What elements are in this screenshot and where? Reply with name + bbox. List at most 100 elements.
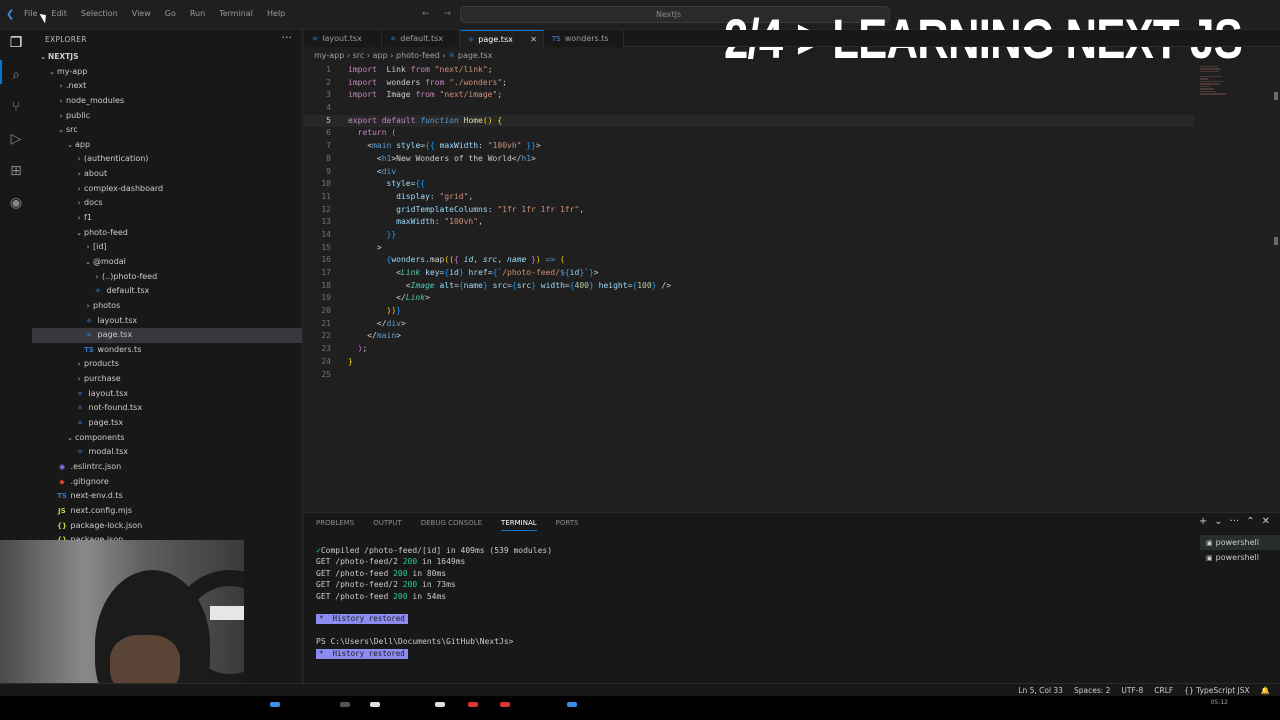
folder-item[interactable]: › [id]: [32, 240, 302, 255]
code-line[interactable]: 16 {wonders.map(({ id, src, name }) => (: [304, 254, 1194, 267]
file-item[interactable]: ◉ .eslintrc.json: [32, 460, 302, 475]
code-line[interactable]: 23 );: [304, 343, 1194, 356]
file-item[interactable]: {} package-lock.json: [32, 519, 302, 534]
folder-item[interactable]: › public: [32, 109, 302, 124]
file-item[interactable]: ⚛ page.tsx: [32, 328, 302, 343]
tab-default[interactable]: ⚛ default.tsx: [382, 30, 460, 47]
tab-terminal[interactable]: TERMINAL: [501, 519, 537, 531]
code-line[interactable]: 11 display: "grid",: [304, 191, 1194, 204]
code-line[interactable]: 6 return (: [304, 127, 1194, 140]
code-line[interactable]: 14 }}: [304, 229, 1194, 242]
file-item[interactable]: ⚛ modal.tsx: [32, 445, 302, 460]
code-line[interactable]: 12 gridTemplateColumns: "1fr 1fr 1fr 1fr…: [304, 204, 1194, 217]
code-line[interactable]: 4: [304, 102, 1194, 115]
breadcrumb-item[interactable]: my-app: [314, 51, 344, 60]
folder-item[interactable]: › (..)photo-feed: [32, 270, 302, 285]
run-debug-icon[interactable]: ▷: [7, 130, 25, 148]
code-line[interactable]: 5 export default function Home() {: [304, 114, 1194, 128]
terminal-item[interactable]: ▣ powershell: [1200, 535, 1280, 550]
folder-item[interactable]: ⌄ app: [32, 138, 302, 153]
close-panel-icon[interactable]: ✕: [1262, 516, 1270, 527]
breadcrumb-item[interactable]: photo-feed: [396, 51, 440, 60]
menu-go[interactable]: Go: [165, 9, 176, 18]
file-item[interactable]: ⚛ page.tsx: [32, 416, 302, 431]
remote-icon[interactable]: ◉: [7, 194, 25, 212]
more-actions-icon[interactable]: ···: [1230, 516, 1240, 527]
search-icon[interactable]: ⌕: [7, 66, 25, 84]
code-line[interactable]: 17 <Link key={id} href={`/photo-feed/${i…: [304, 267, 1194, 280]
menu-help[interactable]: Help: [267, 9, 285, 18]
nav-arrows[interactable]: ←→: [422, 9, 465, 19]
file-item[interactable]: JS next.config.mjs: [32, 504, 302, 519]
file-item[interactable]: TS next-env.d.ts: [32, 489, 302, 504]
folder-item[interactable]: › products: [32, 357, 302, 372]
code-line[interactable]: 18 <Image alt={name} src={src} width={40…: [304, 280, 1194, 293]
app-icon[interactable]: [468, 702, 478, 707]
app-icon[interactable]: [340, 702, 350, 707]
code-line[interactable]: 13 maxWidth: "100vh",: [304, 216, 1194, 229]
breadcrumb-item[interactable]: page.tsx: [458, 51, 493, 60]
terminal-item[interactable]: ▣ powershell: [1200, 550, 1280, 565]
folder-item[interactable]: › purchase: [32, 372, 302, 387]
folder-item[interactable]: › (authentication): [32, 152, 302, 167]
app-icon[interactable]: [500, 702, 510, 707]
code-line[interactable]: 7 <main style={{ maxWidth: "100vh" }}>: [304, 140, 1194, 153]
tab-debug-console[interactable]: DEBUG CONSOLE: [421, 519, 482, 531]
file-item[interactable]: ⚛ layout.tsx: [32, 387, 302, 402]
menu-terminal[interactable]: Terminal: [219, 9, 253, 18]
folder-item[interactable]: › about: [32, 167, 302, 182]
code-line[interactable]: 10 style={{: [304, 178, 1194, 191]
folder-item[interactable]: ⌄ my-app: [32, 65, 302, 80]
folder-item[interactable]: ⌄ photo-feed: [32, 226, 302, 241]
chevron-down-icon[interactable]: ⌄: [1214, 516, 1222, 527]
code-line[interactable]: 19 </Link>: [304, 292, 1194, 305]
explorer-icon[interactable]: ❐: [7, 34, 25, 52]
tab-output[interactable]: OUTPUT: [373, 519, 402, 531]
tab-layout[interactable]: ⚛ layout.tsx: [304, 30, 382, 47]
source-control-icon[interactable]: ⑂: [7, 98, 25, 116]
breadcrumb-item[interactable]: app: [373, 51, 388, 60]
code-line[interactable]: 24}: [304, 356, 1194, 369]
folder-item[interactable]: › complex-dashboard: [32, 182, 302, 197]
minimap[interactable]: [1200, 66, 1230, 106]
menu-view[interactable]: View: [132, 9, 151, 18]
file-item[interactable]: ◆ .gitignore: [32, 475, 302, 490]
folder-item[interactable]: › node_modules: [32, 94, 302, 109]
breadcrumb-item[interactable]: src: [353, 51, 365, 60]
more-actions-icon[interactable]: ···: [282, 31, 293, 44]
extensions-icon[interactable]: ⊞: [7, 162, 25, 180]
file-item[interactable]: ⚛ not-found.tsx: [32, 401, 302, 416]
close-tab-icon[interactable]: ✕: [530, 31, 537, 48]
file-item[interactable]: TS wonders.ts: [32, 343, 302, 358]
file-item[interactable]: ⚛ layout.tsx: [32, 314, 302, 329]
menu-selection[interactable]: Selection: [81, 9, 118, 18]
app-icon[interactable]: [567, 702, 577, 707]
folder-item[interactable]: ⌄ components: [32, 431, 302, 446]
folder-item[interactable]: › photos: [32, 299, 302, 314]
menu-edit[interactable]: Edit: [51, 9, 67, 18]
code-line[interactable]: 3 import Image from "next/image";: [304, 89, 1194, 102]
folder-item[interactable]: › docs: [32, 196, 302, 211]
folder-item[interactable]: ⌄ NEXTJS: [32, 50, 302, 65]
terminal-output[interactable]: ✓Compiled /photo-feed/[id] in 409ms (539…: [316, 545, 552, 659]
code-line[interactable]: 8 <h1>New Wonders of the World</h1>: [304, 153, 1194, 166]
code-line[interactable]: 21 </div>: [304, 318, 1194, 331]
folder-item[interactable]: ⌄ src: [32, 123, 302, 138]
code-line[interactable]: 9 <div: [304, 166, 1194, 179]
folder-item[interactable]: › f1: [32, 211, 302, 226]
tab-page[interactable]: ⚛ page.tsx ✕: [460, 30, 544, 47]
menu-run[interactable]: Run: [190, 9, 205, 18]
code-line[interactable]: 2 import wonders from "./wonders";: [304, 77, 1194, 90]
maximize-panel-icon[interactable]: ⌃: [1246, 516, 1254, 527]
app-icon[interactable]: [435, 702, 445, 707]
code-lines[interactable]: 1 import Link from "next/link"; 2 import wo…: [304, 64, 1194, 381]
folder-item[interactable]: ⌄ @modal: [32, 255, 302, 270]
app-icon[interactable]: [270, 702, 280, 707]
code-line[interactable]: 25: [304, 369, 1194, 382]
code-line[interactable]: 15 >: [304, 242, 1194, 255]
code-line[interactable]: 22 </main>: [304, 330, 1194, 343]
tab-wonders[interactable]: TS wonders.ts: [544, 30, 624, 47]
folder-item[interactable]: › .next: [32, 79, 302, 94]
code-line[interactable]: 1 import Link from "next/link";: [304, 64, 1194, 77]
tab-ports[interactable]: PORTS: [556, 519, 579, 531]
